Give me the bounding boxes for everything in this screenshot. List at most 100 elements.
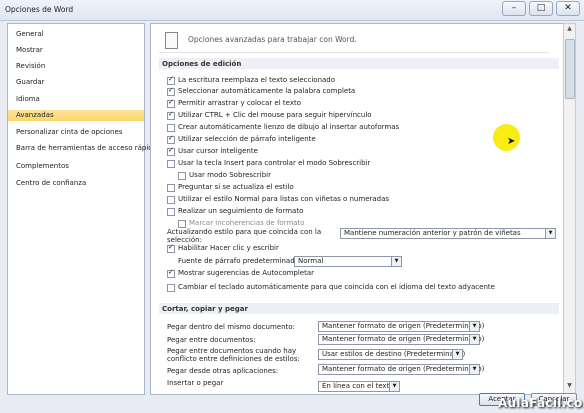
dropdown-value: Mantener formato de origen (Predetermina… <box>322 365 485 373</box>
page-header: Opciones avanzadas para trabajar con Wor… <box>159 30 549 53</box>
option-label: Cambiar el teclado automáticamente para … <box>178 283 495 291</box>
option-label: Utilizar CTRL + Clic del mouse para segu… <box>178 111 372 119</box>
sidebar-item-guardar[interactable]: Guardar <box>8 77 144 88</box>
chevron-down-icon[interactable]: ▼ <box>469 365 479 374</box>
option-label: Mostrar sugerencias de Autocompletar <box>178 269 315 277</box>
cursor-highlight: ➤ <box>493 124 520 151</box>
paragraph-style-dropdown[interactable]: Normal ▼ <box>294 256 402 267</box>
section-header-cortar: Cortar, copiar y pegar <box>159 303 559 314</box>
scroll-thumb[interactable] <box>565 39 575 99</box>
checkbox[interactable] <box>167 86 175 96</box>
insert-paste-dropdown[interactable]: En línea con el texto ▼ <box>318 381 400 392</box>
checkbox[interactable] <box>167 268 175 278</box>
sidebar-item-label: Revisión <box>16 62 46 70</box>
sidebar-item-general[interactable]: General <box>8 29 144 40</box>
option-label: La escritura reemplaza el texto seleccio… <box>178 76 336 84</box>
scroll-up-icon[interactable]: ▲ <box>564 25 575 36</box>
paste-conflict-dropdown[interactable]: Usar estilos de destino (Predeterminado)… <box>318 349 466 360</box>
sidebar-item-avanzadas[interactable]: Avanzadas <box>8 110 144 121</box>
title-bar: Opciones de Word – □ ✕ <box>0 0 584 21</box>
option-label: Usar modo Sobrescribir <box>189 171 272 179</box>
checkbox[interactable] <box>167 243 175 253</box>
mouse-pointer-icon: ➤ <box>507 136 516 147</box>
checkbox[interactable] <box>167 284 175 292</box>
paste-other-apps-dropdown[interactable]: Mantener formato de origen (Predetermina… <box>318 364 484 375</box>
checkbox[interactable] <box>167 75 175 85</box>
checkbox[interactable] <box>167 160 175 168</box>
option-label: Usar la tecla Insert para controlar el m… <box>178 159 371 167</box>
section-title: Opciones de edición <box>162 60 242 68</box>
page-title: Opciones avanzadas para trabajar con Wor… <box>188 35 357 44</box>
option-label: Utilizar selección de párrafo inteligent… <box>178 135 316 143</box>
dropdown-value: Mantener formato de origen (Predetermina… <box>322 322 485 330</box>
paragraph-style-label: Fuente de párrafo predeterminada: <box>178 257 302 265</box>
sidebar-item-label: Barra de herramientas de acceso rápido <box>16 144 157 152</box>
option-label: Habilitar Hacer clic y escribir <box>178 244 279 252</box>
sidebar-item-label: Idioma <box>16 95 40 103</box>
paste-label: Insertar o pegar <box>167 379 224 387</box>
option-label: Seleccionar automáticamente la palabra c… <box>178 87 356 95</box>
checkbox[interactable] <box>167 208 175 216</box>
paste-label: Pegar desde otras aplicaciones: <box>167 367 279 375</box>
sidebar-item-label: Mostrar <box>16 46 43 54</box>
checkbox[interactable] <box>167 184 175 192</box>
minimize-button[interactable]: – <box>502 1 526 16</box>
sidebar-item-revision[interactable]: Revisión <box>8 61 144 72</box>
scroll-down-icon[interactable]: ▼ <box>564 382 575 393</box>
option-label: Preguntar si se actualiza el estilo <box>178 183 294 191</box>
section-header-edicion: Opciones de edición <box>159 58 559 69</box>
checkbox[interactable] <box>167 196 175 204</box>
checkbox[interactable] <box>167 134 175 144</box>
chevron-down-icon[interactable]: ▼ <box>452 350 462 359</box>
chevron-down-icon[interactable]: ▼ <box>389 382 399 391</box>
checkbox[interactable] <box>167 124 175 132</box>
option-label: Realizar un seguimiento de formato <box>178 207 304 215</box>
options-content: Opciones avanzadas para trabajar con Wor… <box>150 23 564 395</box>
sidebar-item-complementos[interactable]: Complementos <box>8 161 144 172</box>
paste-label: Pegar dentro del mismo documento: <box>167 323 295 331</box>
watermark-logo: AulaFacil.com <box>498 396 584 410</box>
sidebar-item-barra-acceso-rapido[interactable]: Barra de herramientas de acceso rápido <box>8 143 157 154</box>
option-label: Utilizar el estilo Normal para listas co… <box>178 195 390 203</box>
sidebar-item-label: Centro de confianza <box>16 179 87 187</box>
chevron-down-icon[interactable]: ▼ <box>469 335 479 344</box>
sidebar-item-label: Avanzadas <box>16 111 54 119</box>
paste-same-doc-dropdown[interactable]: Mantener formato de origen (Predetermina… <box>318 321 484 332</box>
style-update-dropdown[interactable]: Mantiene numeración anterior y patrón de… <box>340 228 556 239</box>
chevron-down-icon[interactable]: ▼ <box>469 322 479 331</box>
sidebar-item-label: Personalizar cinta de opciones <box>16 128 123 136</box>
document-icon <box>165 32 178 49</box>
option-label: Permitir arrastrar y colocar el texto <box>178 99 302 107</box>
dropdown-value: Mantiene numeración anterior y patrón de… <box>344 229 521 237</box>
vertical-scrollbar[interactable]: ▲ ▼ <box>563 23 576 395</box>
maximize-button[interactable]: □ <box>529 1 553 16</box>
sidebar-item-personalizar-cinta[interactable]: Personalizar cinta de opciones <box>8 127 144 138</box>
checkbox[interactable] <box>178 220 186 228</box>
dropdown-value: Mantener formato de origen (Predetermina… <box>322 335 485 343</box>
option-label: Marcar incoherencias de formato <box>189 219 305 227</box>
paste-label: Pegar entre documentos: <box>167 336 256 344</box>
dropdown-value: Normal <box>298 257 324 265</box>
chevron-down-icon[interactable]: ▼ <box>545 229 555 238</box>
checkbox[interactable] <box>167 98 175 108</box>
paste-between-docs-dropdown[interactable]: Mantener formato de origen (Predetermina… <box>318 334 484 345</box>
paste-label: Pegar entre documentos cuando hay confli… <box>167 347 300 363</box>
option-label: Usar cursor inteligente <box>178 147 258 155</box>
sidebar-item-label: Complementos <box>16 162 69 170</box>
options-sidebar: General Mostrar Revisión Guardar Idioma … <box>7 23 157 395</box>
dropdown-value: Usar estilos de destino (Predeterminado) <box>322 350 466 358</box>
sidebar-item-mostrar[interactable]: Mostrar <box>8 45 144 56</box>
checkbox[interactable] <box>167 146 175 156</box>
sidebar-item-label: Guardar <box>16 78 45 86</box>
style-update-label: Actualizando estilo para que coincida co… <box>167 228 322 244</box>
section-title: Cortar, copiar y pegar <box>162 305 248 313</box>
checkbox[interactable] <box>178 172 186 180</box>
checkbox[interactable] <box>167 110 175 120</box>
window-title: Opciones de Word <box>5 5 74 14</box>
close-button[interactable]: ✕ <box>556 1 580 16</box>
dropdown-value: En línea con el texto <box>322 382 394 390</box>
option-label: Crear automáticamente lienzo de dibujo a… <box>178 123 400 131</box>
sidebar-item-centro-confianza[interactable]: Centro de confianza <box>8 178 144 189</box>
chevron-down-icon[interactable]: ▼ <box>391 257 401 266</box>
sidebar-item-idioma[interactable]: Idioma <box>8 94 144 105</box>
